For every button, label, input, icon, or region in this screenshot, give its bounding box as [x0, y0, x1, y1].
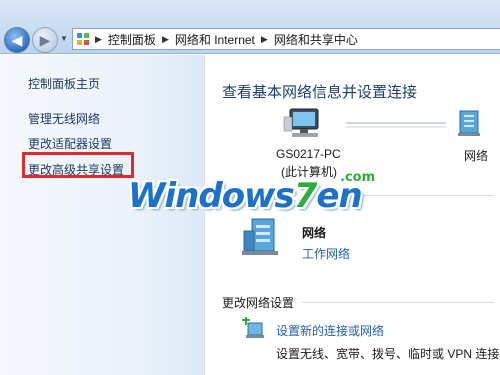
breadcrumb-separator-icon[interactable]: ▶ — [261, 34, 268, 45]
active-network-type-link[interactable]: 工作网络 — [302, 245, 350, 262]
highlight-box — [22, 152, 134, 178]
watermark-domain: .com — [340, 170, 376, 185]
back-button[interactable]: ◀ — [4, 27, 30, 53]
control-panel-icon — [77, 33, 89, 45]
breadcrumb-separator-icon[interactable]: ▶ — [95, 34, 102, 45]
new-connection-icon — [242, 317, 264, 338]
history-dropdown-icon[interactable]: ▼ — [60, 34, 68, 43]
network-map — [283, 108, 480, 137]
page-title: 查看基本网络信息并设置连接 — [222, 84, 418, 101]
network-label: 网络 — [464, 149, 489, 163]
watermark-logo: Windows7en .com — [128, 170, 378, 218]
breadcrumb-control-panel[interactable]: 控制面板 — [108, 31, 156, 48]
breadcrumb-network-sharing-center[interactable]: 网络和共享中心 — [274, 31, 358, 48]
forward-arrow-icon: ▶ — [39, 31, 51, 48]
active-network-icon[interactable] — [242, 217, 282, 259]
breadcrumb-separator-icon[interactable]: ▶ — [162, 34, 169, 45]
watermark-text: Windows7en — [128, 176, 363, 216]
computer-name: GS0217-PC — [276, 147, 341, 161]
breadcrumb-network-internet[interactable]: 网络和 Internet — [175, 31, 255, 48]
setup-new-connection-description: 设置无线、宽带、拨号、临时或 VPN 连接 — [276, 347, 500, 361]
address-bar[interactable]: ▶ 控制面板 ▶ 网络和 Internet ▶ 网络和共享中心 — [72, 28, 500, 50]
link-manage-wireless-networks[interactable]: 管理无线网络 — [28, 110, 100, 127]
computer-icon[interactable] — [283, 108, 319, 137]
forward-button[interactable]: ▶ — [32, 27, 58, 53]
navigation-toolbar: ◀ ▶ ▼ ▶ 控制面板 ▶ 网络和 Internet ▶ 网络和共享中心 — [0, 0, 500, 54]
section-divider — [302, 302, 494, 303]
change-settings-heading: 更改网络设置 — [222, 296, 295, 310]
link-control-panel-home[interactable]: 控制面板主页 — [28, 75, 100, 92]
active-network-name: 网络 — [302, 226, 327, 240]
setup-new-connection-link[interactable]: 设置新的连接或网络 — [276, 322, 384, 339]
back-arrow-icon: ◀ — [11, 31, 23, 48]
network-icon[interactable] — [458, 110, 480, 136]
link-change-adapter-settings[interactable]: 更改适配器设置 — [28, 135, 112, 152]
